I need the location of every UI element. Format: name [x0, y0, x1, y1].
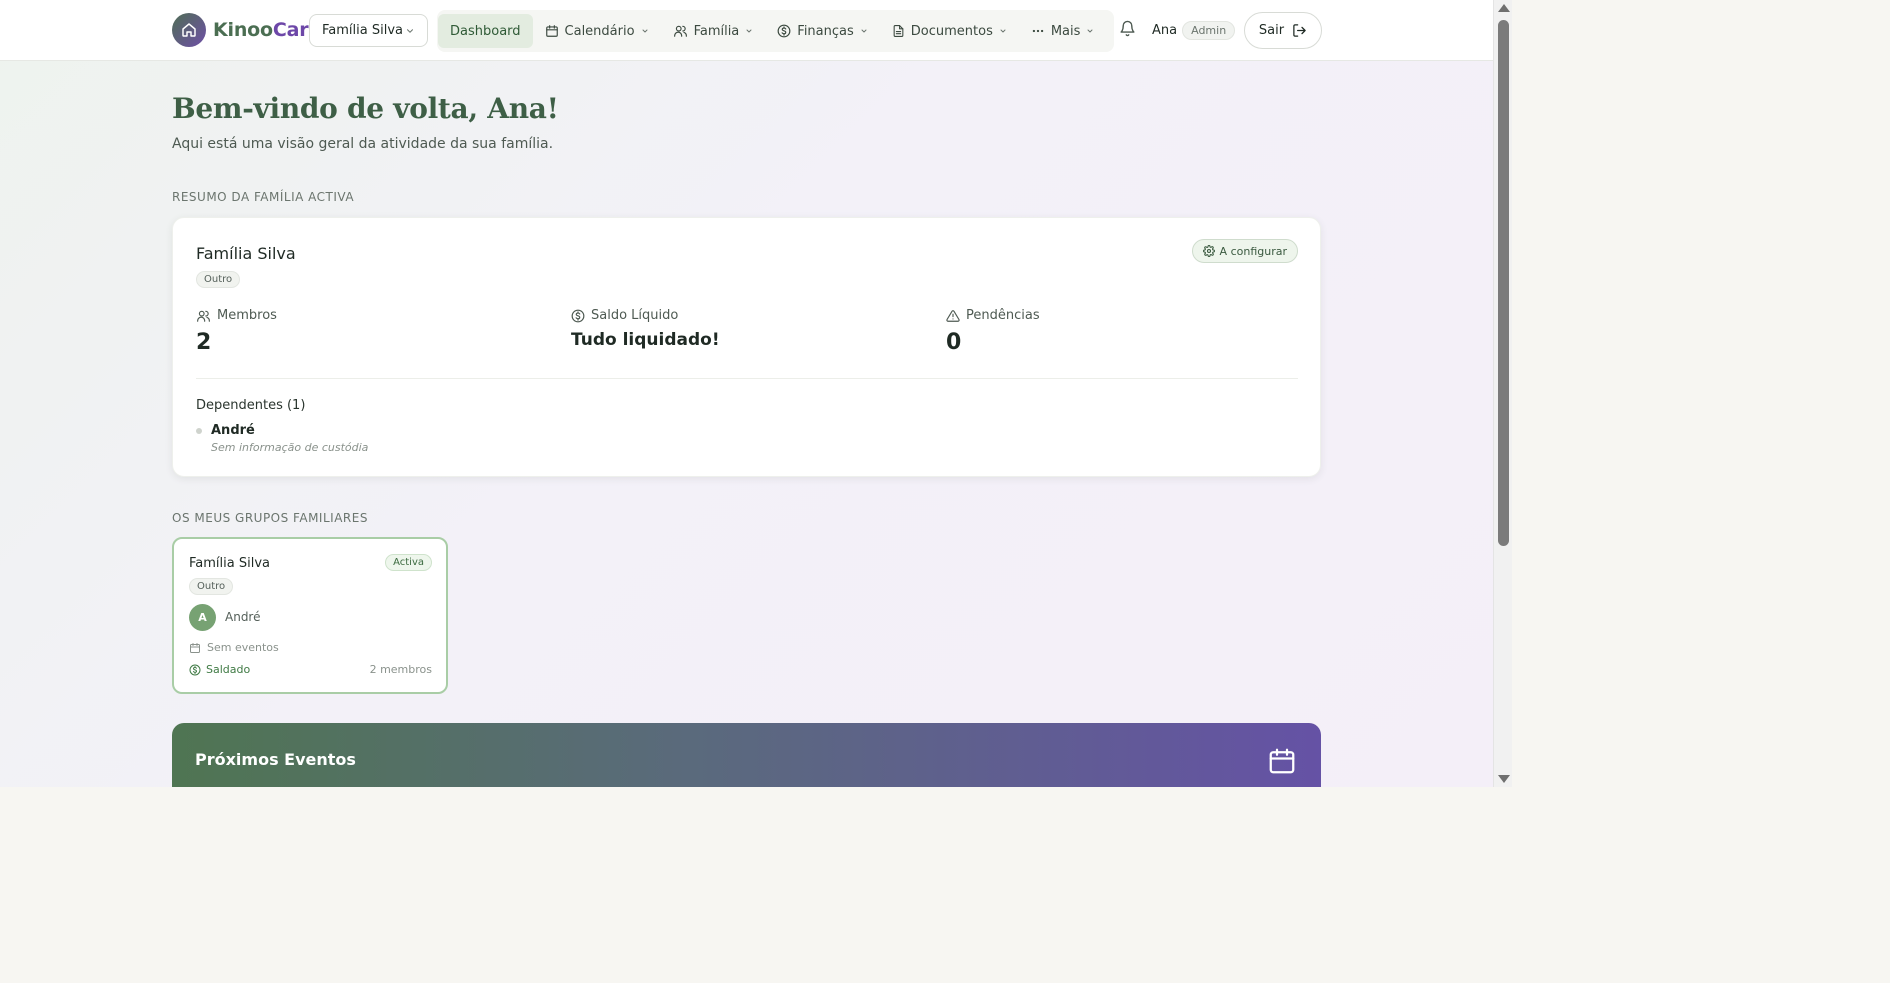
stat-members: Membros 2 [196, 308, 277, 355]
stat-pending: Pendências 0 [946, 308, 1040, 355]
brand-name-part1: Kinoo [213, 19, 273, 41]
stat-members-value: 2 [196, 330, 212, 355]
configure-label: A configurar [1219, 244, 1287, 258]
dollar-icon [777, 24, 791, 38]
nav-documentos-label: Documentos [910, 23, 993, 39]
calendar-icon[interactable] [1267, 746, 1297, 780]
nav-mais[interactable]: Mais [1019, 14, 1107, 48]
family-name: Família Silva [196, 244, 296, 263]
nav-familia-label: Família [693, 23, 740, 39]
more-icon [1032, 29, 1044, 33]
family-group-card[interactable]: Família Silva Activa Outro A André Sem e… [172, 537, 448, 694]
divider [196, 378, 1298, 379]
logout-button[interactable]: Sair [1244, 12, 1322, 49]
warning-icon [946, 309, 960, 322]
calendar-icon [545, 25, 558, 37]
family-summary-card: Família Silva Outro A configurar Membros… [172, 217, 1321, 477]
brand[interactable]: KinooCare [172, 13, 321, 47]
family-type-tag: Outro [196, 271, 241, 288]
group-balance: Saldado [189, 663, 250, 676]
nav-calendario[interactable]: Calendário [533, 14, 661, 48]
dollar-icon [189, 664, 201, 675]
chevron-down-icon [406, 28, 414, 33]
bell-icon[interactable] [1119, 19, 1136, 42]
upcoming-events-card: Próximos Eventos [172, 723, 1321, 787]
users-icon [673, 25, 687, 37]
vertical-scrollbar[interactable] [1493, 0, 1512, 787]
user-name: Ana [1152, 23, 1178, 38]
section-label-groups: OS MEUS GRUPOS FAMILIARES [172, 511, 368, 525]
nav-financas[interactable]: Finanças [765, 14, 879, 48]
group-status-badge: Activa [385, 554, 432, 571]
dollar-icon [571, 309, 585, 322]
users-icon [197, 310, 210, 322]
stat-balance-label: Saldo Líquido [591, 308, 679, 323]
nav-mais-label: Mais [1050, 23, 1081, 39]
group-type-tag: Outro [189, 578, 234, 595]
nav-dashboard[interactable]: Dashboard [438, 14, 533, 48]
group-name: Família Silva [189, 556, 270, 571]
chevron-down-icon [642, 29, 648, 33]
nav-familia[interactable]: Família [661, 14, 766, 48]
user-menu[interactable]: Ana Admin [1152, 21, 1236, 40]
logout-label: Sair [1258, 23, 1285, 38]
dependents-title: Dependentes (1) [196, 398, 306, 413]
avatar: A [189, 604, 216, 631]
user-role-badge: Admin [1182, 21, 1236, 40]
nav-calendario-label: Calendário [564, 23, 635, 39]
family-selector[interactable]: Família Silva [309, 14, 428, 47]
stat-balance: Saldo Líquido Tudo liquidado! [571, 308, 720, 350]
stat-balance-value: Tudo liquidado! [571, 330, 720, 350]
stat-pending-value: 0 [946, 330, 962, 355]
group-member-name: André [225, 610, 261, 624]
group-events-label: Sem eventos [207, 641, 279, 654]
dependent-name: André [211, 423, 255, 438]
group-balance-label: Saldado [206, 663, 251, 676]
configure-button[interactable]: A configurar [1191, 239, 1298, 263]
chevron-down-icon [1000, 29, 1006, 33]
nav-documentos[interactable]: Documentos [880, 14, 1019, 48]
page-title: Bem-vindo de volta, Ana! [172, 92, 559, 125]
top-navigation-bar: KinooCare Família Silva Dashboard Calend… [0, 0, 1493, 61]
stat-pending-label: Pendências [966, 308, 1040, 323]
chevron-down-icon [861, 29, 867, 33]
calendar-icon [190, 642, 200, 653]
nav-dashboard-label: Dashboard [450, 23, 521, 39]
main-nav: Dashboard Calendário Família Finanças Do… [437, 10, 1114, 52]
scrollbar-thumb[interactable] [1498, 20, 1509, 546]
scroll-down-arrow-icon[interactable] [1498, 775, 1510, 783]
stat-members-label: Membros [217, 308, 277, 323]
group-member-count: 2 membros [369, 663, 432, 676]
browser-viewport: KinooCare Família Silva Dashboard Calend… [0, 0, 1512, 787]
bullet-dot [196, 428, 202, 434]
dependent-custody-note: Sem informação de custódia [211, 441, 369, 454]
home-icon [172, 13, 206, 47]
nav-financas-label: Finanças [797, 23, 854, 39]
brand-name: KinooCare [213, 19, 321, 41]
scroll-up-arrow-icon[interactable] [1498, 4, 1510, 12]
logout-icon [1293, 24, 1306, 37]
upcoming-events-title: Próximos Eventos [195, 750, 356, 769]
family-selector-value: Família Silva [322, 23, 403, 38]
chevron-down-icon [1087, 29, 1093, 33]
section-label-summary: RESUMO DA FAMÍLIA ACTIVA [172, 190, 355, 204]
page-subtitle: Aqui está uma visão geral da atividade d… [172, 136, 554, 152]
document-icon [893, 25, 904, 37]
group-events: Sem eventos [189, 641, 279, 654]
chevron-down-icon [746, 29, 752, 33]
gear-icon [1202, 245, 1215, 257]
